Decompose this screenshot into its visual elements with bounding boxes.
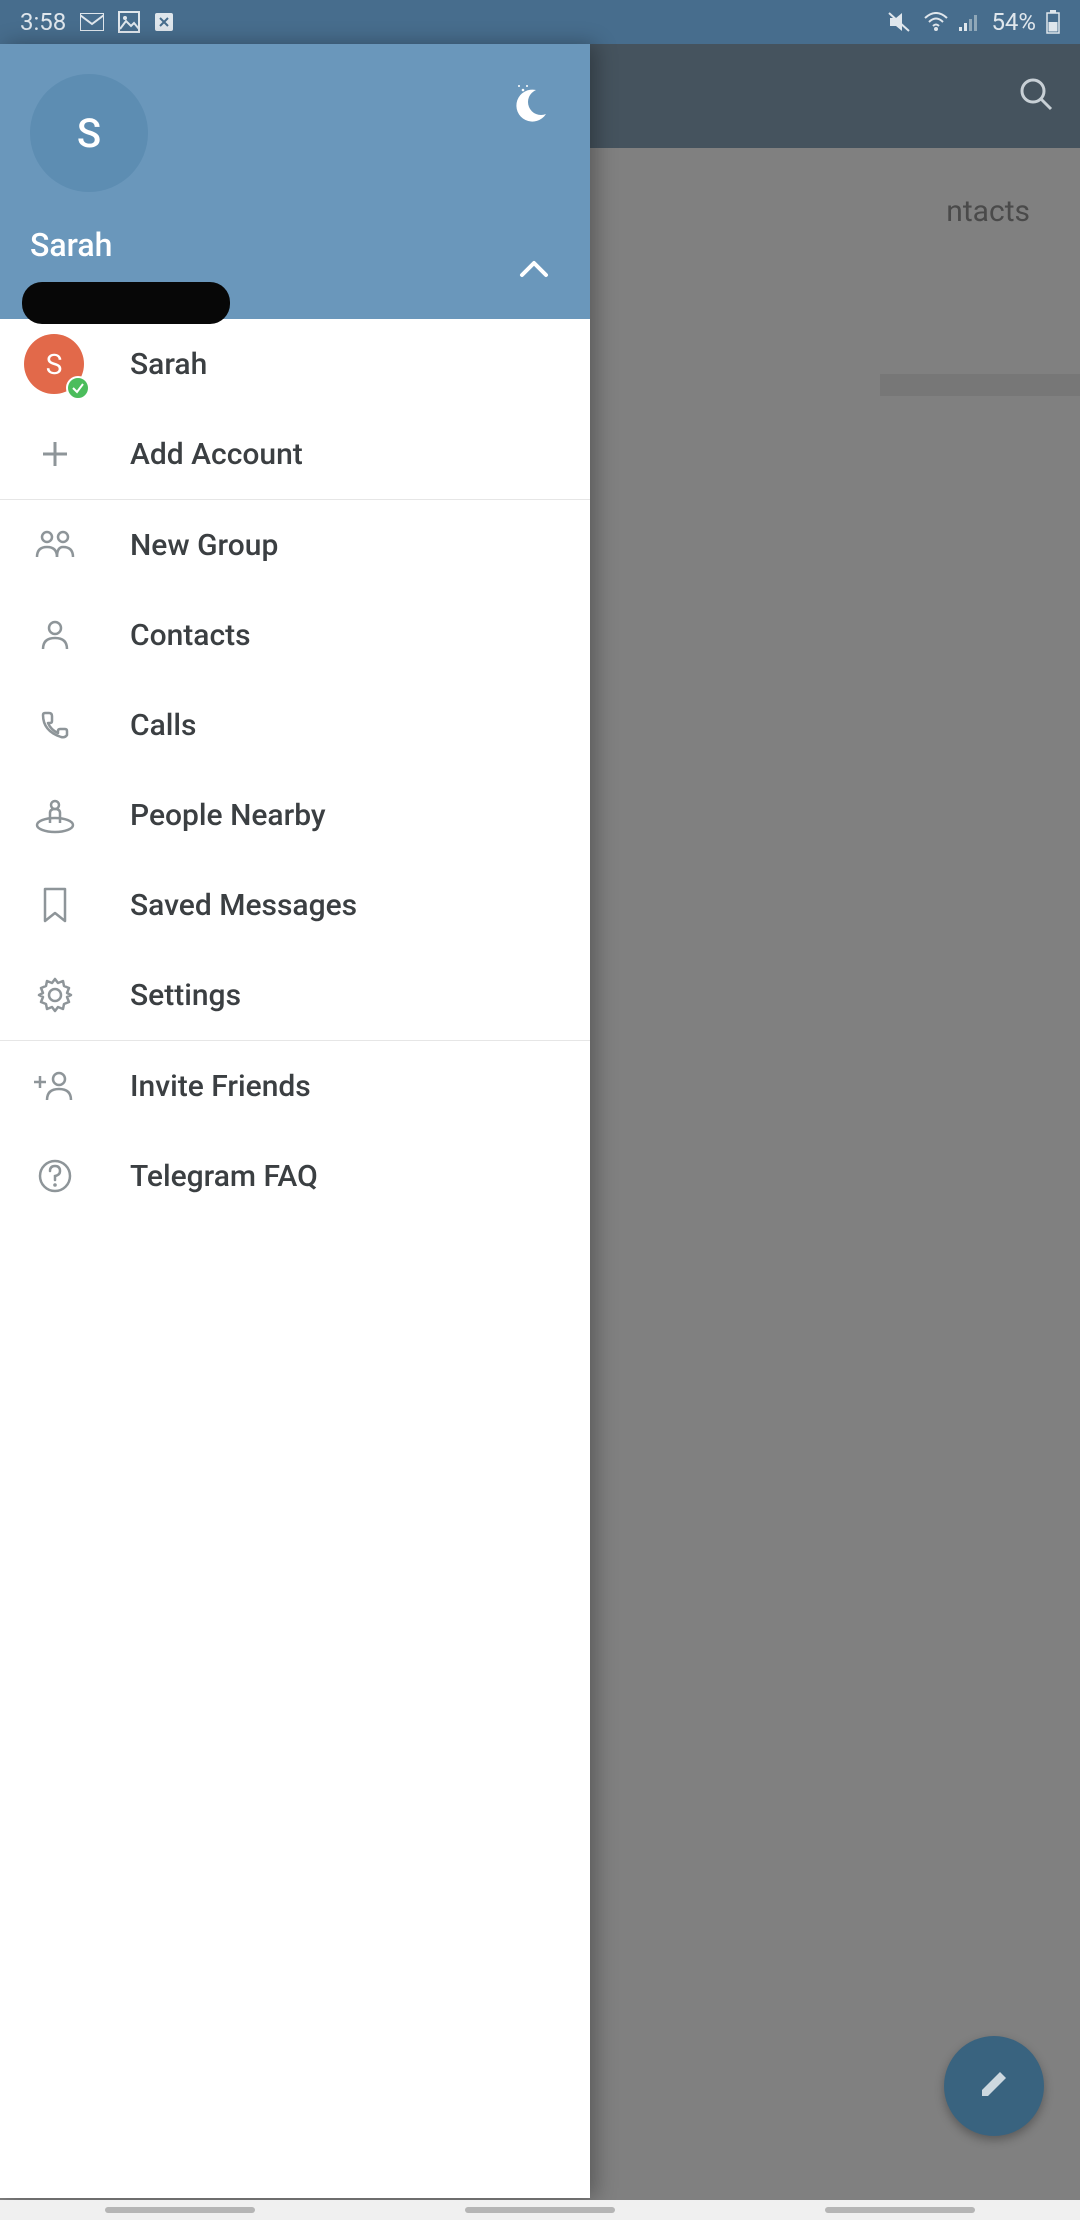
drawer-header[interactable]: S Sarah xyxy=(0,44,590,319)
drawer-body: S Sarah Add Account New Group Co xyxy=(0,319,590,2198)
nav-recents[interactable] xyxy=(105,2207,255,2213)
people-nearby-icon xyxy=(30,795,80,835)
menu-settings[interactable]: Settings xyxy=(0,950,590,1040)
add-account-item[interactable]: Add Account xyxy=(0,409,590,499)
menu-faq[interactable]: Telegram FAQ xyxy=(0,1131,590,1221)
signal-icon xyxy=(959,13,981,31)
search-icon[interactable] xyxy=(1016,74,1056,118)
menu-new-group[interactable]: New Group xyxy=(0,500,590,590)
menu-settings-label: Settings xyxy=(130,978,241,1013)
person-icon xyxy=(30,617,80,653)
menu-people-nearby-label: People Nearby xyxy=(130,798,326,833)
night-mode-toggle[interactable] xyxy=(506,80,554,132)
gmail-icon xyxy=(80,13,104,31)
menu-calls[interactable]: Calls xyxy=(0,680,590,770)
background-contacts-hint: ntacts xyxy=(946,194,1030,229)
menu-saved-messages[interactable]: Saved Messages xyxy=(0,860,590,950)
profile-name: Sarah xyxy=(30,226,112,264)
account-item-current[interactable]: S Sarah xyxy=(0,319,590,409)
navigation-drawer: S Sarah S Sarah xyxy=(0,44,590,2198)
check-badge-icon xyxy=(66,376,90,400)
phone-icon xyxy=(30,707,80,743)
accounts-toggle-chevron[interactable] xyxy=(516,251,552,291)
menu-contacts-label: Contacts xyxy=(130,618,251,653)
status-bar: 3:58 54% xyxy=(0,0,1080,44)
avatar-initial: S xyxy=(77,110,101,157)
menu-invite-friends-label: Invite Friends xyxy=(130,1069,311,1104)
wifi-icon xyxy=(923,12,949,32)
person-add-icon xyxy=(30,1068,80,1104)
group-icon xyxy=(30,527,80,563)
compose-fab[interactable] xyxy=(944,2036,1044,2136)
image-icon xyxy=(118,11,140,33)
close-card-icon xyxy=(154,12,174,32)
pencil-icon xyxy=(976,2066,1012,2106)
battery-percent: 54% xyxy=(991,8,1036,36)
system-nav-bar xyxy=(0,2200,1080,2220)
menu-new-group-label: New Group xyxy=(130,528,278,563)
account-name-label: Sarah xyxy=(130,347,207,382)
menu-invite-friends[interactable]: Invite Friends xyxy=(0,1041,590,1131)
background-separator xyxy=(880,374,1080,396)
account-avatar-initial: S xyxy=(46,348,63,381)
bookmark-icon xyxy=(30,885,80,925)
menu-calls-label: Calls xyxy=(130,708,197,743)
menu-saved-messages-label: Saved Messages xyxy=(130,888,357,923)
gear-icon xyxy=(30,975,80,1015)
nav-back[interactable] xyxy=(825,2207,975,2213)
nav-home[interactable] xyxy=(465,2207,615,2213)
menu-contacts[interactable]: Contacts xyxy=(0,590,590,680)
help-icon xyxy=(30,1157,80,1195)
account-avatar: S xyxy=(24,334,84,394)
menu-faq-label: Telegram FAQ xyxy=(130,1159,318,1194)
menu-people-nearby[interactable]: People Nearby xyxy=(0,770,590,860)
profile-avatar[interactable]: S xyxy=(30,74,148,192)
status-time: 3:58 xyxy=(20,8,66,36)
battery-icon xyxy=(1046,10,1060,34)
plus-icon xyxy=(30,436,80,472)
redacted-phone xyxy=(22,282,230,324)
vibrate-mute-icon xyxy=(887,11,913,33)
add-account-label: Add Account xyxy=(130,437,303,472)
